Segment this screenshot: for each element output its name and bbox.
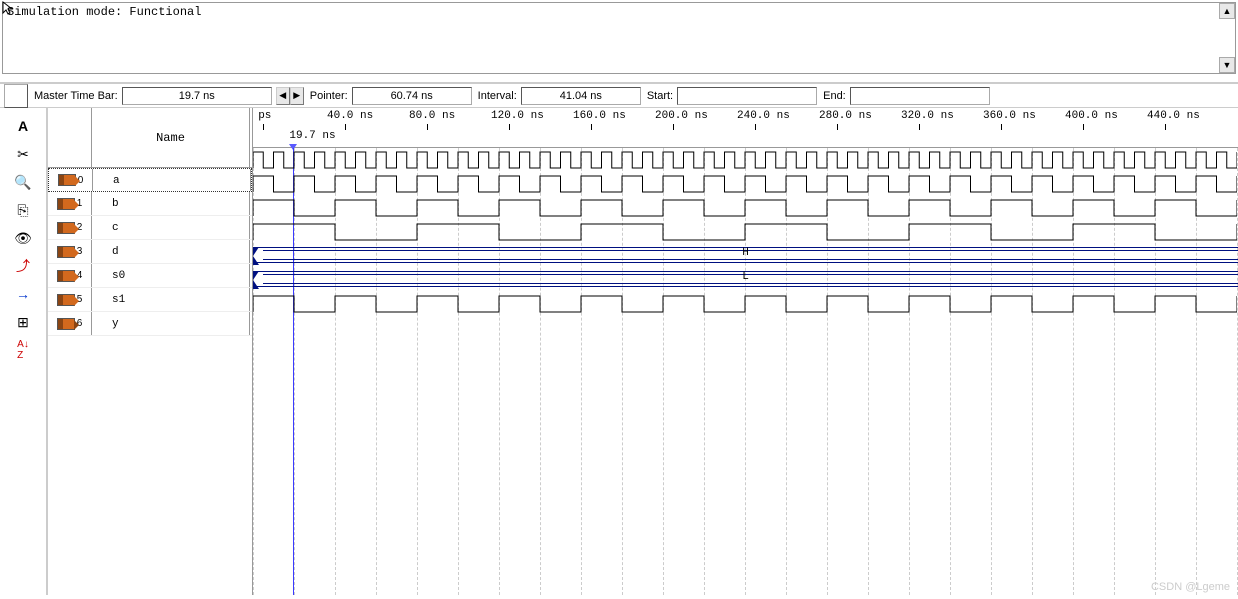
- signal-index: 0: [49, 169, 93, 191]
- pointer-label: Pointer:: [310, 90, 348, 102]
- signal-row-s0[interactable]: 4s0: [48, 264, 252, 288]
- signal-index: 1: [48, 192, 92, 215]
- ruler-tick: 80.0 ns: [409, 110, 455, 122]
- start-value: [677, 87, 817, 105]
- ruler-tick: 40.0 ns: [327, 110, 373, 122]
- toolbar: A ✂ 🔍 ⎘ 👁 ⤴ → ⊞ A↓Z: [0, 108, 48, 595]
- signal-row-y[interactable]: 6y: [48, 312, 252, 336]
- signal-index: 4: [48, 264, 92, 287]
- ruler-tick: 200.0 ns: [655, 110, 708, 122]
- wave-s1[interactable]: L: [253, 268, 1238, 292]
- wave-c[interactable]: [253, 196, 1238, 220]
- find-tool-icon[interactable]: 👁: [11, 226, 35, 250]
- signal-name: y: [92, 312, 250, 335]
- signal-name: d: [92, 240, 250, 263]
- signal-row-a[interactable]: 0a: [48, 168, 252, 192]
- sort-tool-icon[interactable]: A↓Z: [11, 338, 35, 362]
- signal-row-d[interactable]: 3d: [48, 240, 252, 264]
- index-column-header: [48, 108, 92, 167]
- pointer-value: 60.74 ns: [352, 87, 472, 105]
- signal-index: 2: [48, 216, 92, 239]
- arrow-tool-icon[interactable]: →: [11, 282, 35, 306]
- copy-tool-icon[interactable]: ⎘: [11, 198, 35, 222]
- waveform-area[interactable]: 0 ps 40.0 ns 80.0 ns 120.0 ns 160.0 ns 200.0 …: [253, 108, 1238, 595]
- branch-tool-icon[interactable]: ⤴: [11, 254, 35, 278]
- signal-row-s1[interactable]: 5s1: [48, 288, 252, 312]
- signal-name: b: [92, 192, 250, 215]
- ruler-tick: 240.0 ns: [737, 110, 790, 122]
- ruler-tick: 360.0 ns: [983, 110, 1036, 122]
- signal-row-c[interactable]: 2c: [48, 216, 252, 240]
- group-tool-icon[interactable]: ⊞: [11, 310, 35, 334]
- scroll-down-icon[interactable]: ▼: [1219, 57, 1235, 73]
- signal-index: 5: [48, 288, 92, 311]
- name-column-header: Name: [92, 108, 250, 167]
- ruler-tick: 160.0 ns: [573, 110, 626, 122]
- main-area: A ✂ 🔍 ⎘ 👁 ⤴ → ⊞ A↓Z Name 0a1b2c3d4s05s16…: [0, 108, 1238, 595]
- wave-b[interactable]: [253, 172, 1238, 196]
- signal-index: 6: [48, 312, 92, 335]
- scroll-up-icon[interactable]: ▲: [1219, 3, 1235, 19]
- ruler-tick: 0 ps: [253, 110, 271, 122]
- master-dec-button[interactable]: ◀: [276, 87, 290, 105]
- signal-name: s1: [92, 288, 250, 311]
- end-value: [850, 87, 990, 105]
- master-time-bar-value[interactable]: 19.7 ns: [122, 87, 272, 105]
- signal-list: Name 0a1b2c3d4s05s16y: [48, 108, 253, 595]
- signal-name: s0: [92, 264, 250, 287]
- wave-y[interactable]: [253, 292, 1238, 316]
- time-ruler[interactable]: 0 ps 40.0 ns 80.0 ns 120.0 ns 160.0 ns 200.0 …: [253, 108, 1238, 148]
- wave-s0[interactable]: H: [253, 244, 1238, 268]
- ruler-tick: 400.0 ns: [1065, 110, 1118, 122]
- master-inc-button[interactable]: ▶: [290, 87, 304, 105]
- info-bar: Master Time Bar: 19.7 ns ◀ ▶ Pointer: 60…: [0, 82, 1238, 108]
- message-text: Simulation mode: Functional: [3, 3, 1235, 21]
- wave-rows[interactable]: HL: [253, 148, 1238, 595]
- cut-tool-icon[interactable]: ✂: [11, 142, 35, 166]
- text-tool-icon[interactable]: A: [11, 114, 35, 138]
- wave-a[interactable]: [253, 148, 1238, 172]
- ruler-tick: 280.0 ns: [819, 110, 872, 122]
- master-time-bar-label: Master Time Bar:: [34, 90, 118, 102]
- pointer-tool-icon[interactable]: [4, 84, 28, 108]
- signal-index: 3: [48, 240, 92, 263]
- end-label: End:: [823, 90, 846, 102]
- signals-pane: Name 0a1b2c3d4s05s16y 0 ps 40.0 ns 80.0 ns…: [48, 108, 1238, 595]
- start-label: Start:: [647, 90, 673, 102]
- interval-label: Interval:: [478, 90, 517, 102]
- signal-name: a: [93, 169, 251, 191]
- ruler-tick: 120.0 ns: [491, 110, 544, 122]
- ruler-tick: 440.0 ns: [1147, 110, 1200, 122]
- zoom-tool-icon[interactable]: 🔍: [11, 170, 35, 194]
- marker-label: 19.7 ns: [289, 130, 335, 142]
- watermark: CSDN @Lgeme: [1151, 581, 1230, 593]
- wave-d[interactable]: [253, 220, 1238, 244]
- message-panel: Simulation mode: Functional ▲ ▼: [2, 2, 1236, 74]
- interval-value: 41.04 ns: [521, 87, 641, 105]
- signal-row-b[interactable]: 1b: [48, 192, 252, 216]
- ruler-tick: 320.0 ns: [901, 110, 954, 122]
- signal-name: c: [92, 216, 250, 239]
